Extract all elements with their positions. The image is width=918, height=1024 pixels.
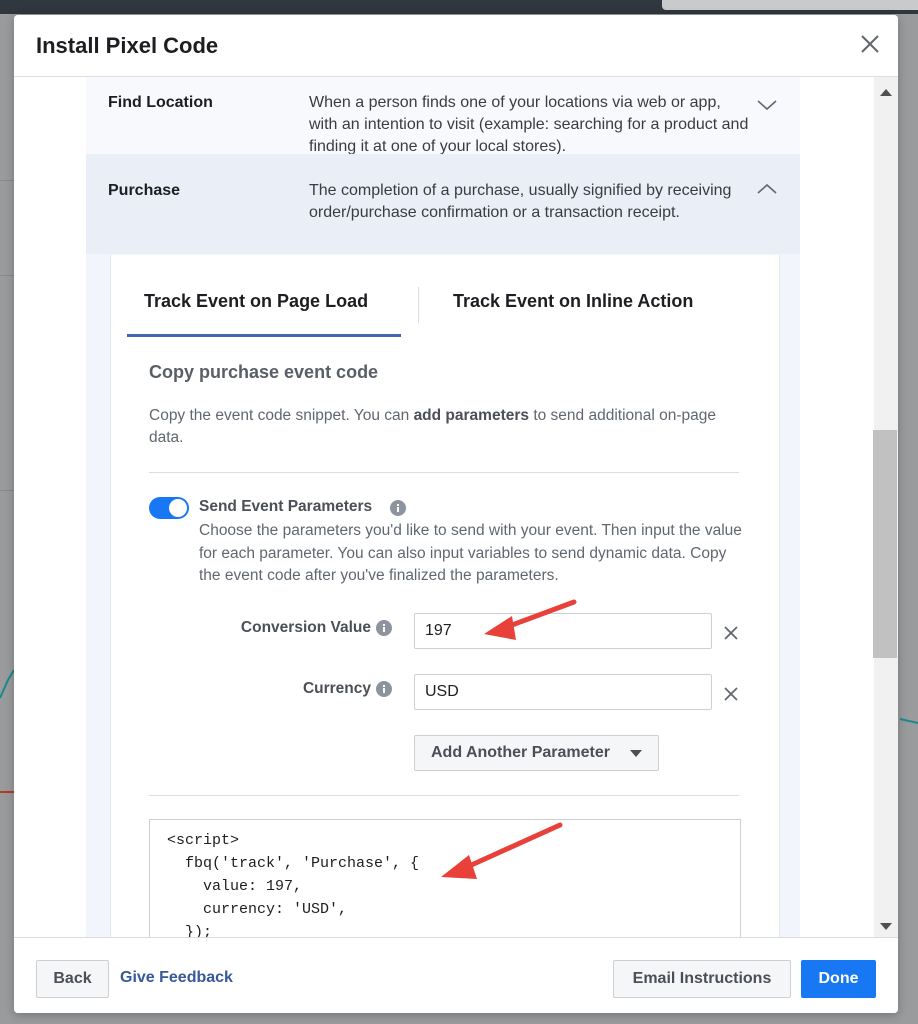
background-search-bar	[662, 0, 918, 10]
dialog-title: Install Pixel Code	[36, 33, 219, 58]
code-line: });	[167, 924, 213, 937]
back-button[interactable]: Back	[36, 960, 109, 998]
currency-input[interactable]	[414, 674, 712, 710]
code-line: value: 197,	[167, 878, 303, 895]
scroll-up-icon[interactable]	[880, 89, 892, 96]
conversion-value-input[interactable]	[414, 613, 712, 649]
info-icon[interactable]	[390, 500, 406, 516]
background-chart-line	[0, 669, 14, 699]
event-name: Purchase	[108, 182, 181, 199]
section-description-bold: add parameters	[413, 407, 530, 424]
dialog-header: Install Pixel Code	[14, 15, 898, 77]
dialog-footer: Back Give Feedback Email Instructions Do…	[14, 937, 898, 1013]
event-name: Find Location	[108, 94, 213, 111]
section-title: Copy purchase event code	[149, 362, 379, 382]
tab-divider	[418, 287, 419, 323]
dialog-body: Find Location When a person finds one of…	[14, 77, 898, 937]
send-event-parameters-toggle[interactable]	[149, 497, 189, 519]
divider	[149, 472, 739, 473]
section-description: Copy the event code snippet. You can add…	[149, 405, 729, 449]
background-chart-line	[0, 791, 14, 793]
currency-label: Currency	[302, 680, 371, 697]
add-another-parameter-button[interactable]: Add Another Parameter	[414, 735, 659, 771]
done-button[interactable]: Done	[801, 960, 876, 998]
event-description: When a person finds one of your location…	[309, 94, 749, 155]
send-event-parameters-description: Choose the parameters you'd like to send…	[199, 522, 742, 584]
section-description-text: Copy the event code snippet. You can	[149, 407, 414, 424]
add-parameter-label: Add Another Parameter	[431, 744, 610, 761]
email-instructions-button[interactable]: Email Instructions	[613, 960, 791, 998]
code-line: fbq('track', 'Purchase', {	[167, 855, 420, 872]
scroll-down-icon[interactable]	[880, 923, 892, 930]
divider	[149, 795, 739, 796]
background-divider	[0, 275, 14, 276]
active-tab-indicator	[127, 334, 401, 337]
tab-track-event-on-page-load[interactable]: Track Event on Page Load	[144, 291, 368, 312]
close-icon[interactable]	[859, 33, 881, 55]
event-description: The completion of a purchase, usually si…	[309, 182, 732, 221]
event-code-snippet[interactable]: <script> fbq('track', 'Purchase', { valu…	[149, 819, 741, 937]
info-icon[interactable]	[376, 620, 392, 636]
event-row-find-location[interactable]: Find Location When a person finds one of…	[86, 77, 800, 155]
remove-parameter-icon[interactable]	[723, 686, 739, 702]
background-divider	[0, 490, 14, 491]
chevron-up-icon[interactable]	[756, 181, 778, 197]
remove-parameter-icon[interactable]	[723, 625, 739, 641]
send-event-parameters-title: Send Event Parameters	[199, 498, 373, 515]
chevron-down-icon[interactable]	[756, 97, 778, 113]
scrollbar-thumb[interactable]	[873, 430, 897, 658]
toggle-knob	[169, 499, 187, 517]
install-pixel-code-dialog: Install Pixel Code Find Location When a …	[14, 15, 898, 1013]
event-row-purchase[interactable]: Purchase The completion of a purchase, u…	[86, 154, 800, 254]
caret-down-icon	[630, 750, 642, 757]
background-chart-line	[900, 718, 918, 724]
background-divider	[0, 180, 14, 181]
code-line: currency: 'USD',	[167, 901, 348, 918]
code-line: <script>	[167, 832, 240, 849]
give-feedback-link[interactable]: Give Feedback	[120, 969, 233, 987]
tab-track-event-on-inline-action[interactable]: Track Event on Inline Action	[453, 291, 693, 312]
info-icon[interactable]	[376, 681, 392, 697]
purchase-event-card: Track Event on Page Load Track Event on …	[110, 255, 780, 937]
event-list-panel: Find Location When a person finds one of…	[86, 77, 800, 937]
conversion-value-label: Conversion Value	[240, 619, 371, 636]
